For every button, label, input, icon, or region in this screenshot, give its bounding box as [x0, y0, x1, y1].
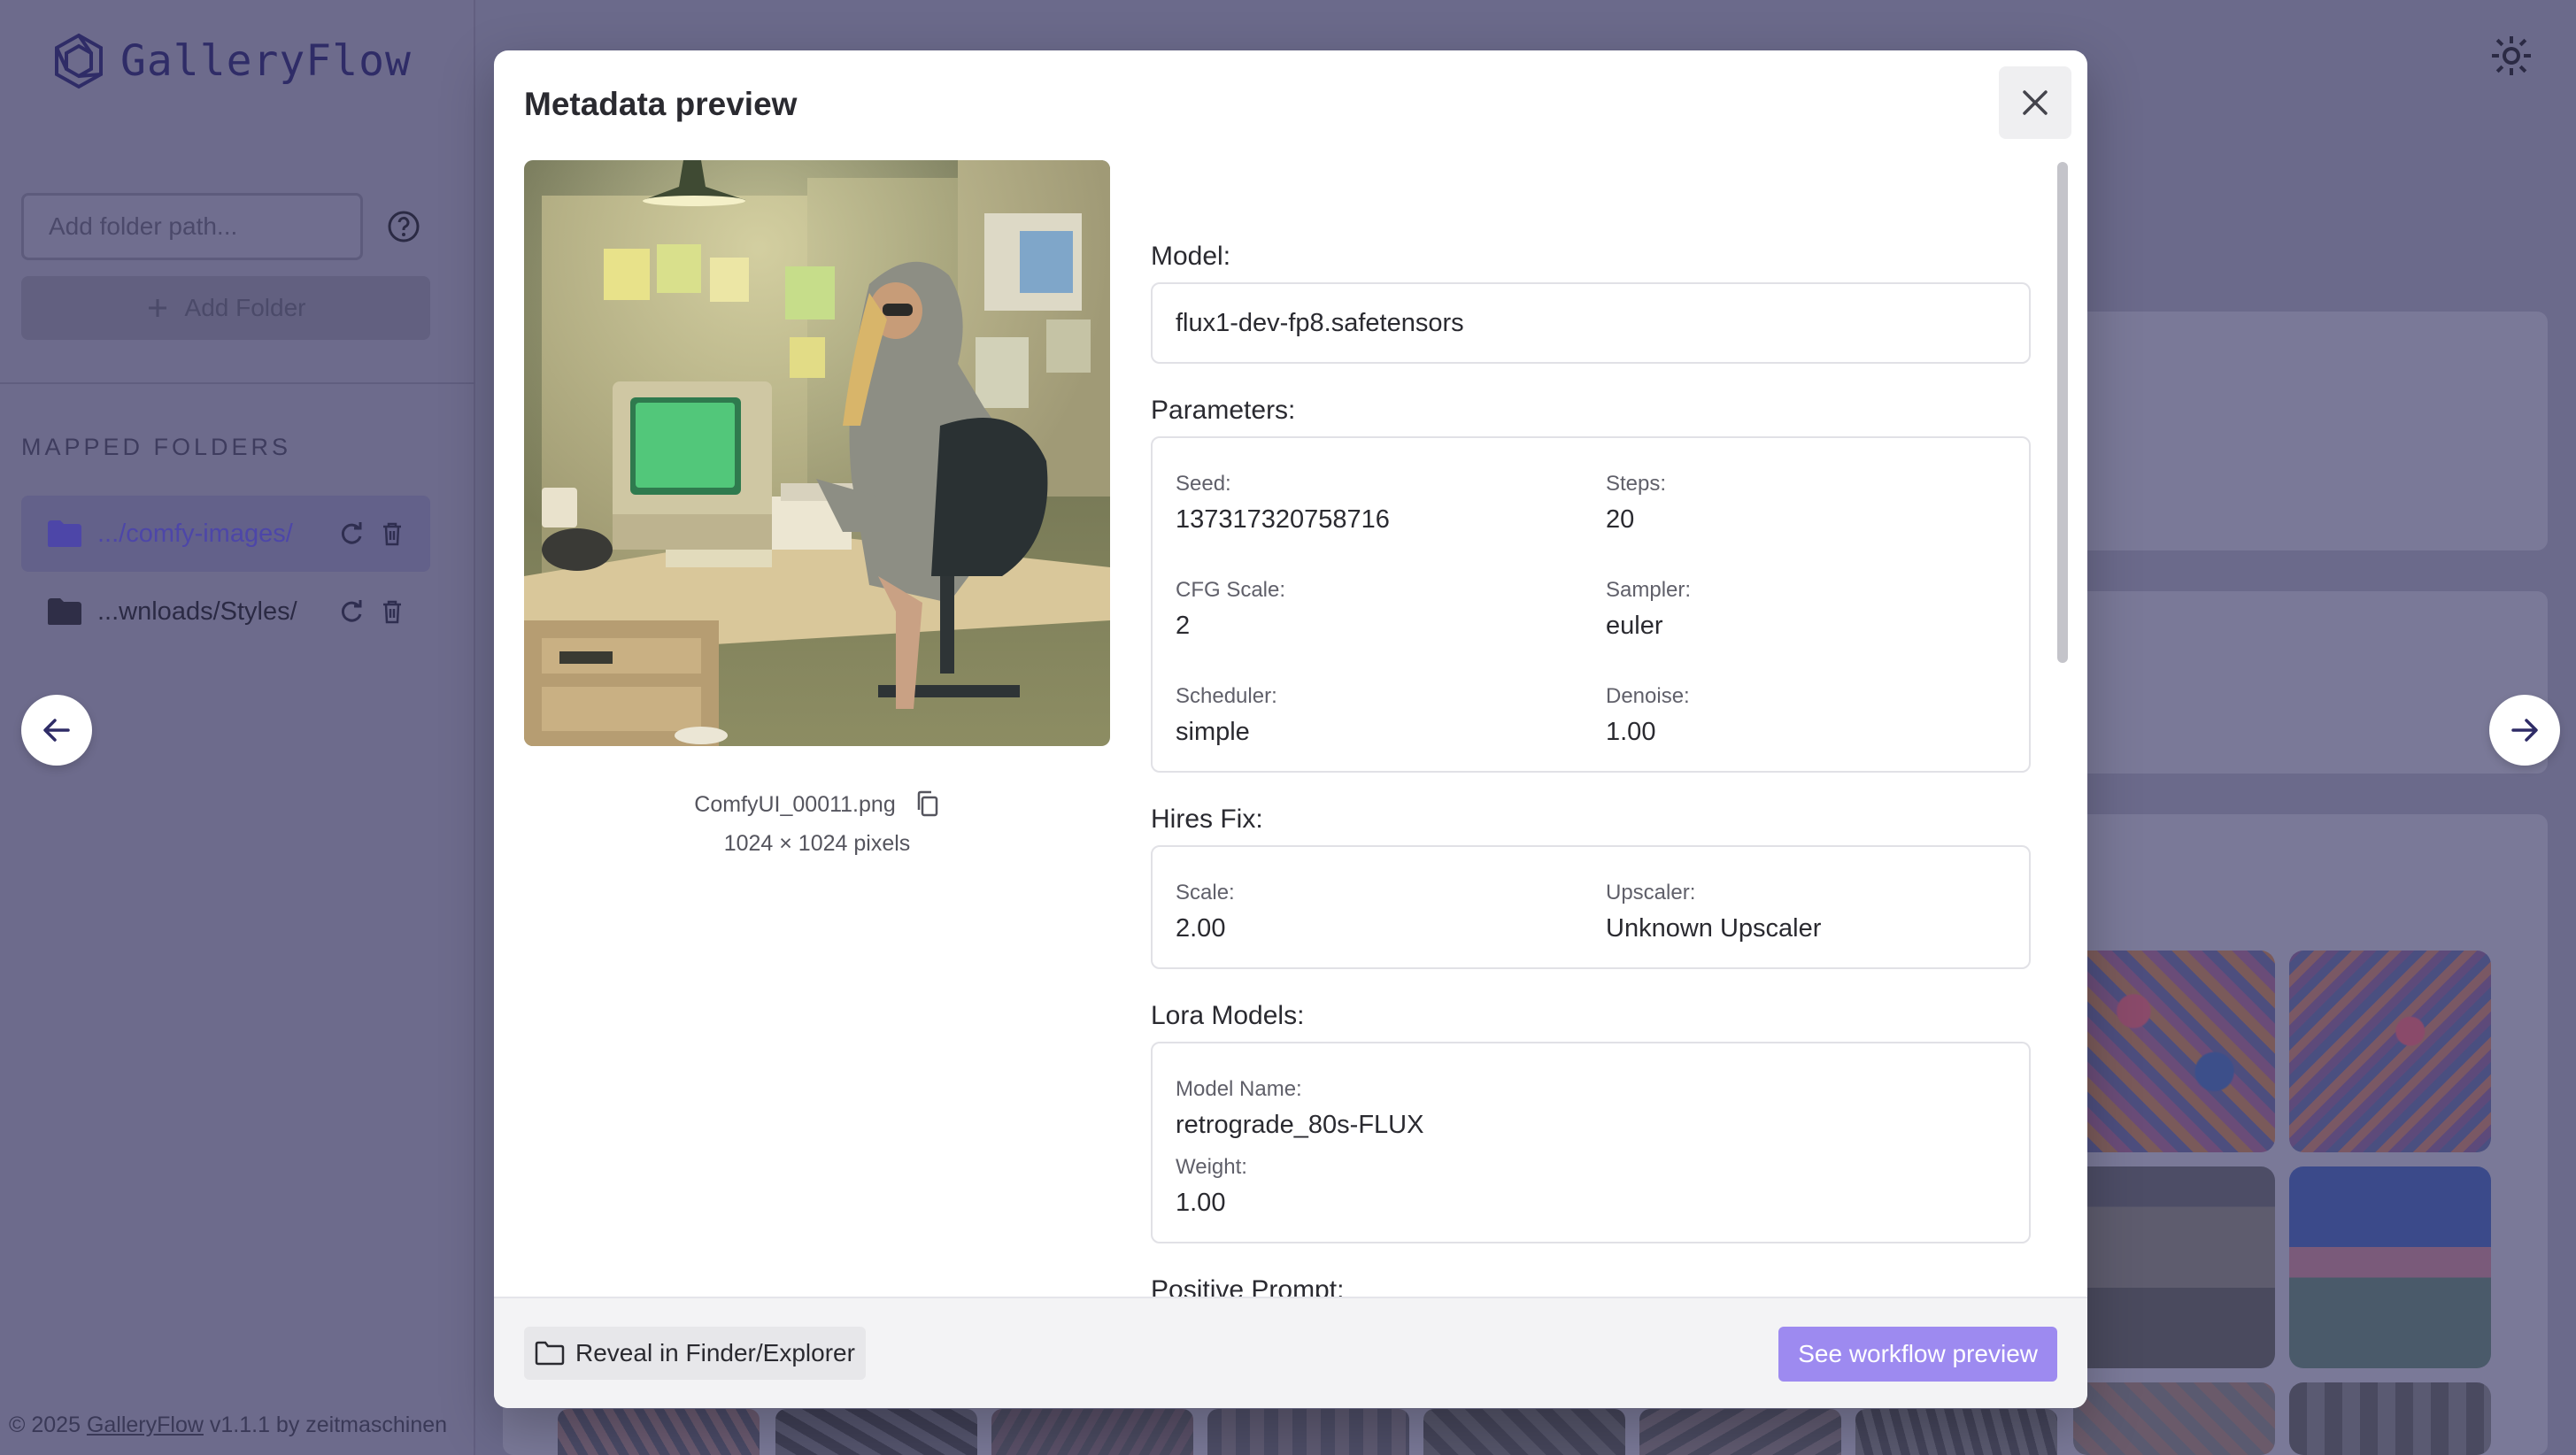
folder-item-label: .../comfy-images/ [97, 519, 293, 548]
footer-prefix: © 2025 [9, 1413, 87, 1437]
model-field[interactable]: flux1-dev-fp8.safetensors [1151, 282, 2031, 364]
denoise-value: 1.00 [1606, 718, 1656, 746]
cfg-label: CFG Scale: [1176, 578, 1286, 602]
lora-name-label: Model Name: [1176, 1077, 1302, 1101]
lora-weight-value: 1.00 [1176, 1189, 1226, 1217]
gallery-thumbnail[interactable] [991, 1409, 1193, 1455]
file-info: ComfyUI_00011.png [524, 790, 1110, 819]
upscaler-label: Upscaler: [1606, 881, 1696, 905]
folder-icon [48, 520, 81, 547]
cfg-value: 2 [1176, 612, 1191, 640]
gallery-thumbnail[interactable] [775, 1409, 977, 1455]
plus-icon [148, 299, 166, 317]
scheduler-label: Scheduler: [1176, 684, 1277, 708]
lora-weight-label: Weight: [1176, 1155, 1247, 1179]
hires-scale-value: 2.00 [1176, 914, 1226, 943]
trash-icon[interactable] [379, 598, 405, 625]
close-button[interactable] [1999, 66, 2071, 139]
next-image-button[interactable] [2489, 695, 2560, 766]
folder-path-input[interactable]: Add folder path... [21, 193, 363, 260]
preview-image [524, 160, 1110, 746]
hires-fix-label: Hires Fix: [1151, 804, 1263, 834]
gallery-thumbnail[interactable] [1207, 1409, 1409, 1455]
folder-icon [535, 1341, 565, 1366]
sampler-label: Sampler: [1606, 578, 1692, 602]
gallery-thumbnail[interactable] [2073, 1382, 2275, 1455]
parameters-label: Parameters: [1151, 396, 1296, 425]
gallery-thumbnail[interactable] [1855, 1409, 2057, 1455]
arrow-left-icon [43, 719, 70, 742]
denoise-label: Denoise: [1606, 684, 1690, 708]
logo-icon [55, 33, 103, 89]
sampler-value: euler [1606, 612, 1663, 640]
steps-label: Steps: [1606, 472, 1667, 496]
gallery-thumbnail[interactable] [1639, 1409, 1841, 1455]
footer-copyright: © 2025 GalleryFlow v1.1.1 by zeitmaschin… [9, 1413, 447, 1438]
metadata-panel: Model: flux1-dev-fp8.safetensors Paramet… [1151, 160, 2036, 1346]
folder-item-label: ...wnloads/Styles/ [97, 597, 297, 626]
reveal-in-finder-button[interactable]: Reveal in Finder/Explorer [524, 1327, 866, 1380]
modal-title: Metadata preview [524, 86, 798, 122]
reveal-button-label: Reveal in Finder/Explorer [575, 1339, 855, 1366]
mapped-folders-title: MAPPED FOLDERS [21, 434, 292, 460]
gallery-thumbnail[interactable] [2289, 1382, 2491, 1455]
scheduler-value: simple [1176, 718, 1250, 746]
file-name: ComfyUI_00011.png [694, 791, 896, 817]
folder-path-placeholder: Add folder path... [49, 212, 238, 240]
model-label: Model: [1151, 242, 1231, 271]
folder-item-comfy-images[interactable]: .../comfy-images/ [21, 496, 430, 572]
see-workflow-preview-button[interactable]: See workflow preview [1778, 1327, 2057, 1382]
workflow-button-label: See workflow preview [1798, 1340, 2038, 1367]
previous-image-button[interactable] [21, 695, 92, 766]
footer-link[interactable]: GalleryFlow [87, 1413, 204, 1437]
app-logo[interactable]: GalleryFlow [50, 32, 412, 90]
lora-name-value: retrograde_80s-FLUX [1176, 1111, 1424, 1139]
gallery-thumbnail[interactable] [2289, 1166, 2491, 1368]
upscaler-value: Unknown Upscaler [1606, 914, 1822, 943]
close-icon [2023, 90, 2048, 115]
lora-models-label: Lora Models: [1151, 1001, 1305, 1030]
scrollbar[interactable] [2057, 162, 2068, 663]
lora-models-box: Model Name: retrograde_80s-FLUX Weight: … [1151, 1042, 2031, 1243]
metadata-modal: Metadata preview ComfyUI_00011.png 1024 … [494, 50, 2087, 1408]
app-name: GalleryFlow [120, 36, 412, 86]
gallery-thumbnail[interactable] [2073, 1166, 2275, 1368]
gallery-thumbnail[interactable] [2073, 951, 2275, 1152]
gallery-thumbnail[interactable] [2289, 951, 2491, 1152]
add-folder-label: Add Folder [184, 294, 306, 321]
hires-scale-label: Scale: [1176, 881, 1235, 905]
help-icon[interactable] [386, 209, 421, 244]
copy-icon[interactable] [915, 790, 940, 819]
modal-footer: Reveal in Finder/Explorer See workflow p… [494, 1297, 2087, 1408]
arrow-right-icon [2511, 719, 2538, 742]
gallery-thumbnail[interactable] [1423, 1409, 1625, 1455]
trash-icon[interactable] [379, 520, 405, 547]
add-folder-button[interactable]: Add Folder [21, 276, 430, 340]
image-dimensions: 1024 × 1024 pixels [723, 831, 911, 856]
folder-item-styles[interactable]: ...wnloads/Styles/ [21, 574, 430, 650]
theme-icon[interactable] [2491, 35, 2532, 76]
seed-label: Seed: [1176, 472, 1231, 496]
hires-fix-box: Scale: 2.00 Upscaler: Unknown Upscaler [1151, 845, 2031, 969]
steps-value: 20 [1606, 505, 1635, 534]
model-value: flux1-dev-fp8.safetensors [1176, 308, 1464, 337]
refresh-icon[interactable] [338, 598, 365, 625]
folder-icon [48, 598, 81, 625]
footer-suffix: v1.1.1 by zeitmaschinen [203, 1413, 448, 1437]
gallery-thumbnail[interactable] [558, 1409, 760, 1455]
sidebar-divider [0, 382, 475, 384]
seed-value: 137317320758716 [1176, 505, 1390, 534]
parameters-box: Seed: 137317320758716 Steps: 20 CFG Scal… [1151, 436, 2031, 773]
refresh-icon[interactable] [338, 520, 365, 547]
